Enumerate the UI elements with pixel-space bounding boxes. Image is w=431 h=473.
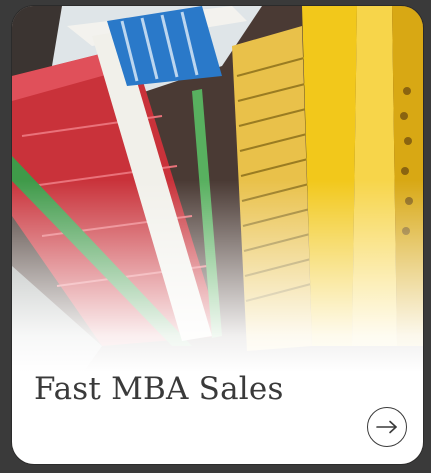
card-title: Fast MBA Sales [34,371,284,407]
promo-card[interactable]: Fast MBA Sales [12,6,423,464]
open-arrow-button[interactable] [367,407,407,447]
arrow-right-icon [376,420,397,434]
